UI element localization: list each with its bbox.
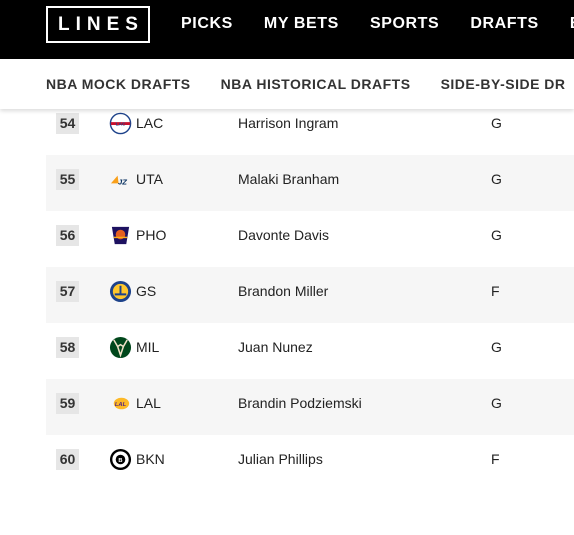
- player-position: G: [491, 227, 502, 243]
- player-position: G: [491, 339, 502, 355]
- table-row: 60 B BKN Julian Phillips F: [46, 435, 574, 491]
- lines-logo[interactable]: LINES: [46, 6, 150, 43]
- team-abbr[interactable]: BKN: [136, 451, 165, 467]
- table-row: 57 GS Brandon Miller F: [46, 267, 574, 323]
- team-abbr[interactable]: LAC: [136, 115, 163, 131]
- player-name[interactable]: Harrison Ingram: [238, 115, 338, 131]
- pick-number: 54: [56, 113, 79, 134]
- main-nav-links: PICKS MY BETS SPORTS DRAFTS BE: [181, 15, 574, 33]
- nav-link-my-bets[interactable]: MY BETS: [264, 15, 339, 33]
- svg-text:B: B: [118, 458, 122, 464]
- suns-logo-icon: [111, 226, 130, 245]
- clippers-logo-icon: LAC: [109, 112, 132, 135]
- nav-link-drafts[interactable]: DRAFTS: [470, 15, 538, 33]
- pick-number: 57: [56, 281, 79, 302]
- subnav-nba-mock-drafts[interactable]: NBA MOCK DRAFTS: [46, 76, 191, 92]
- player-name[interactable]: Malaki Branham: [238, 171, 339, 187]
- pick-number: 56: [56, 225, 79, 246]
- subnav-items: NBA MOCK DRAFTS NBA HISTORICAL DRAFTS SI…: [46, 76, 574, 92]
- nav-link-picks[interactable]: PICKS: [181, 15, 233, 33]
- table-row: 59 LAL LAL Brandin Podziemski G: [46, 379, 574, 435]
- player-name[interactable]: Julian Phillips: [238, 451, 323, 467]
- player-position: F: [491, 283, 500, 299]
- player-name[interactable]: Brandin Podziemski: [238, 395, 362, 411]
- nav-link-sports[interactable]: SPORTS: [370, 15, 439, 33]
- subnav-side-by-side-drafts[interactable]: SIDE-BY-SIDE DR: [441, 76, 566, 92]
- pick-number: 58: [56, 337, 79, 358]
- svg-text:LAL: LAL: [115, 402, 127, 408]
- team-abbr[interactable]: MIL: [136, 339, 159, 355]
- jazz-logo-icon: JZ: [110, 175, 127, 186]
- table-row: 56 PHO Davonte Davis G: [46, 211, 574, 267]
- player-name[interactable]: Juan Nunez: [238, 339, 313, 355]
- team-abbr[interactable]: PHO: [136, 227, 166, 243]
- pick-number: 59: [56, 393, 79, 414]
- warriors-logo-icon: [109, 280, 132, 303]
- svg-text:LAC: LAC: [116, 121, 126, 127]
- player-position: F: [491, 451, 500, 467]
- pick-number: 55: [56, 169, 79, 190]
- team-abbr[interactable]: UTA: [136, 171, 163, 187]
- subnav-nba-historical-drafts[interactable]: NBA HISTORICAL DRAFTS: [221, 76, 411, 92]
- table-row: 55 JZ UTA Malaki Branham G: [46, 155, 574, 211]
- team-abbr[interactable]: LAL: [136, 395, 161, 411]
- player-position: G: [491, 395, 502, 411]
- team-abbr[interactable]: GS: [136, 283, 156, 299]
- player-position: G: [491, 171, 502, 187]
- table-row: 58 MIL Juan Nunez G: [46, 323, 574, 379]
- svg-text:JZ: JZ: [118, 177, 127, 186]
- bucks-logo-icon: [109, 336, 132, 359]
- player-name[interactable]: Davonte Davis: [238, 227, 329, 243]
- nets-logo-icon: B: [109, 448, 132, 471]
- lakers-logo-icon: LAL: [113, 397, 130, 410]
- top-navigation: LINES PICKS MY BETS SPORTS DRAFTS BE: [0, 0, 574, 59]
- drafts-subnav: NBA MOCK DRAFTS NBA HISTORICAL DRAFTS SI…: [0, 59, 574, 109]
- player-position: G: [491, 115, 502, 131]
- player-name[interactable]: Brandon Miller: [238, 283, 328, 299]
- pick-number: 60: [56, 449, 79, 470]
- draft-table: 54 LAC LAC Harrison Ingram G 55 JZ UTA M…: [46, 99, 574, 491]
- nav-link-more[interactable]: BE: [570, 15, 574, 33]
